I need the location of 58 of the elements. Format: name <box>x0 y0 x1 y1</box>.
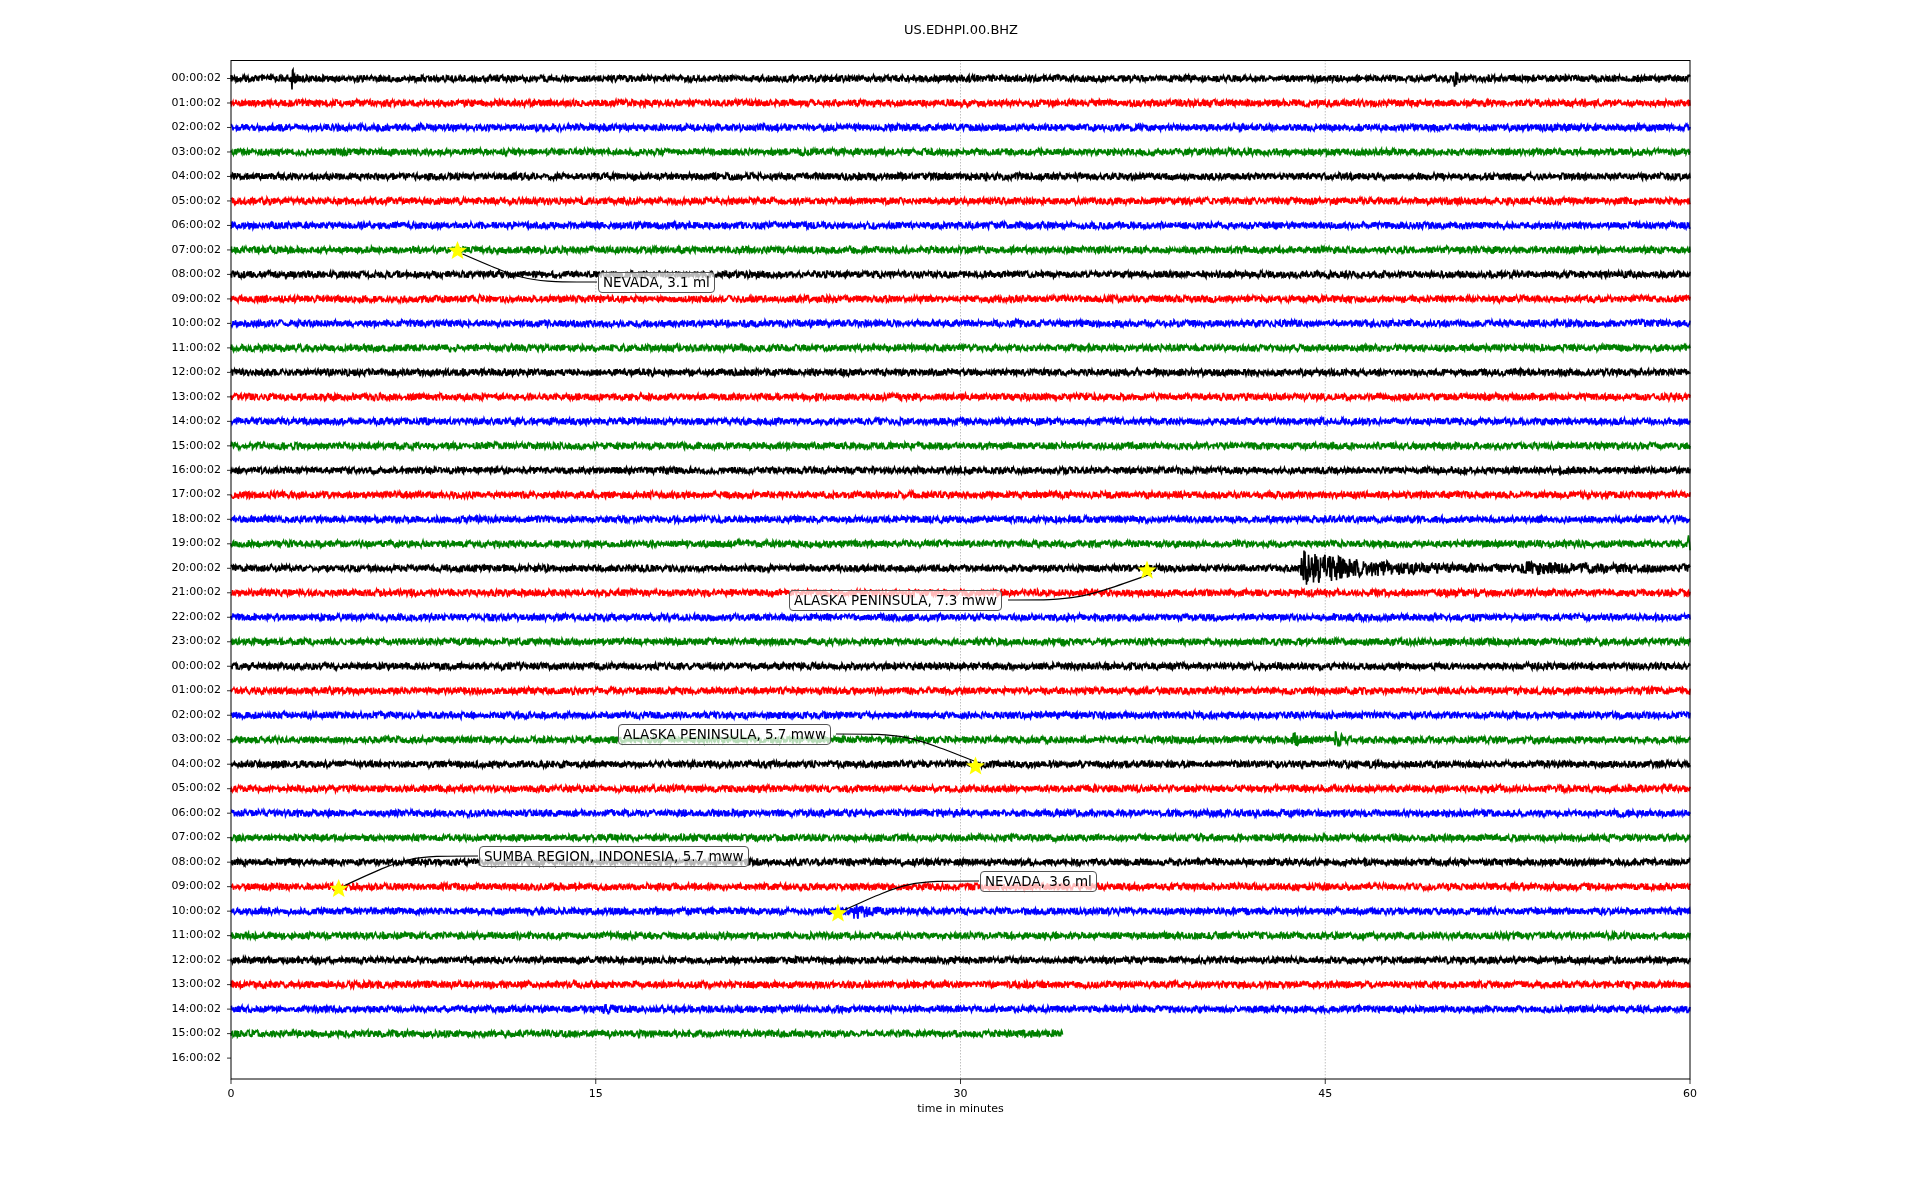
row-time-label: 16:00:02 <box>171 462 222 478</box>
x-axis-label: time in minutes <box>917 1102 1004 1115</box>
event-star-marker <box>966 756 985 775</box>
row-time-label: 19:00:02 <box>171 535 222 552</box>
row-time-label: 22:00:02 <box>171 608 222 625</box>
x-tick-label: 45 <box>1318 1087 1333 1100</box>
row-time-label: 10:00:02 <box>171 315 222 332</box>
row-time-label: 06:00:02 <box>171 804 222 821</box>
row-time-label: 04:00:02 <box>171 755 222 772</box>
row-time-label: 04:00:02 <box>171 168 222 185</box>
row-time-label: 08:00:02 <box>171 266 222 283</box>
event-star-marker <box>329 879 349 898</box>
row-time-label: 13:00:02 <box>171 976 222 993</box>
event-annotation: NEVADA, 3.1 ml <box>598 272 715 293</box>
row-time-label: 07:00:02 <box>171 241 222 258</box>
row-time-label: 02:00:02 <box>171 706 222 723</box>
row-time-label: 05:00:02 <box>171 780 222 797</box>
row-time-label: 10:00:02 <box>171 902 222 919</box>
x-tick-label: 15 <box>588 1087 603 1100</box>
row-time-label: 18:00:02 <box>171 510 222 527</box>
row-time-label: 07:00:02 <box>171 829 222 846</box>
row-time-label: 09:00:02 <box>171 290 222 307</box>
row-time-label: 05:00:02 <box>171 192 222 209</box>
x-tick-label: 30 <box>953 1087 968 1100</box>
row-time-label: 03:00:02 <box>171 731 222 748</box>
row-time-label: 12:00:02 <box>171 951 222 968</box>
row-time-label: 06:00:02 <box>171 217 222 234</box>
row-time-label: 01:00:02 <box>171 682 222 699</box>
row-time-label: 23:00:02 <box>171 633 222 650</box>
row-time-label: 02:00:02 <box>171 119 222 136</box>
row-time-label: 21:00:02 <box>171 584 222 601</box>
event-annotation: SUMBA REGION, INDONESIA, 5.7 mww <box>479 846 749 867</box>
row-time-label: 20:00:02 <box>171 559 222 576</box>
x-tick-label: 0 <box>227 1087 235 1100</box>
row-time-label: 12:00:02 <box>171 364 222 381</box>
row-time-label: 08:00:02 <box>171 853 222 870</box>
row-time-label: 14:00:02 <box>171 1000 222 1017</box>
x-tick-label: 60 <box>1683 1087 1697 1100</box>
row-time-label: 17:00:02 <box>171 486 222 503</box>
event-star-marker <box>828 903 848 922</box>
event-star-marker <box>448 241 467 260</box>
event-annotation: ALASKA PENINSULA, 5.7 mww <box>618 724 831 745</box>
row-time-label: 00:00:02 <box>171 657 222 674</box>
row-time-label: 16:00:02 <box>171 1049 222 1066</box>
event-star-marker <box>1137 560 1157 579</box>
row-time-label: 09:00:02 <box>171 878 222 895</box>
row-time-label: 15:00:02 <box>171 437 222 454</box>
event-annotation: NEVADA, 3.6 ml <box>980 871 1097 892</box>
row-time-label: 00:00:02 <box>171 70 222 87</box>
row-time-label: 15:00:02 <box>171 1025 222 1042</box>
row-time-label: 11:00:02 <box>171 339 222 356</box>
chart-title: US.EDHPI.00.BHZ <box>904 21 1018 37</box>
row-time-label: 01:00:02 <box>171 94 222 111</box>
row-time-label: 14:00:02 <box>171 413 222 430</box>
row-time-label: 13:00:02 <box>171 388 222 405</box>
event-annotation: ALASKA PENINSULA, 7.3 mww <box>789 590 1002 611</box>
row-time-label: 03:00:02 <box>171 143 222 160</box>
row-time-label: 11:00:02 <box>171 927 222 944</box>
